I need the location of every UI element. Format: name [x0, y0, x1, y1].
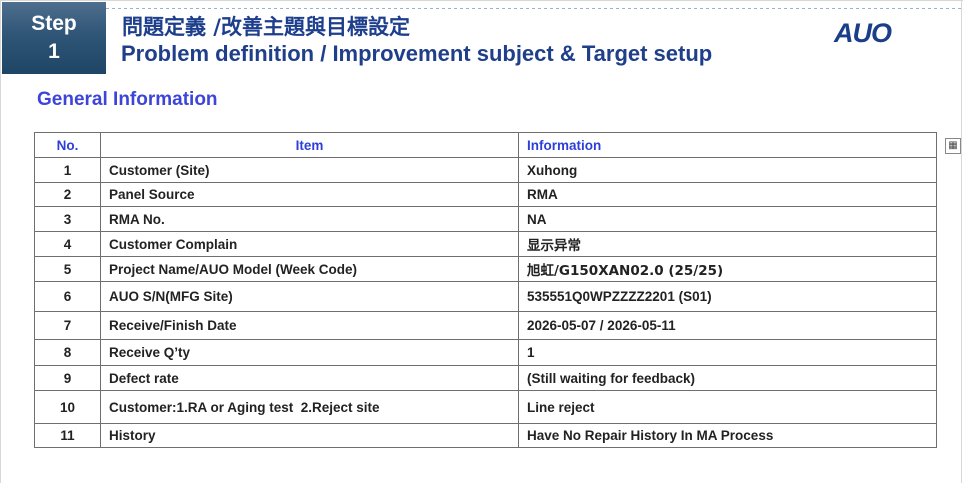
slide-border-top: [0, 0, 963, 1]
page-title-english: Problem definition / Improvement subject…: [121, 41, 713, 66]
table-header-row: No. Item Information: [34, 132, 937, 158]
table-row: 7 Receive/Finish Date 2026-05-07 / 2026-…: [34, 311, 937, 340]
table-row: 10 Customer:1.RA or Aging test 2.Reject …: [34, 390, 937, 424]
row-number: 9: [34, 365, 101, 391]
row-item: Project Name/AUO Model (Week Code): [100, 256, 519, 282]
row-number: 2: [34, 182, 101, 207]
table-row: 8 Receive Q’ty 1: [34, 339, 937, 366]
table-row: 3 RMA No. NA: [34, 206, 937, 232]
row-item: AUO S/N(MFG Site): [100, 281, 519, 312]
row-information: 旭虹/G150XAN02.0 (25/25): [518, 256, 937, 282]
slide-border-right: [961, 0, 962, 483]
table-row: 1 Customer (Site) Xuhong: [34, 157, 937, 183]
header-divider: [106, 8, 962, 9]
table-grid-icon[interactable]: ▦: [945, 138, 961, 154]
section-title: General Information: [37, 89, 218, 110]
general-information-table: No. Item Information 1 Customer (Site) X…: [34, 132, 937, 448]
row-information: NA: [518, 206, 937, 232]
row-information: (Still waiting for feedback): [518, 365, 937, 391]
table-row: 6 AUO S/N(MFG Site) 535551Q0WPZZZZ2201 (…: [34, 281, 937, 312]
table-row: 2 Panel Source RMA: [34, 182, 937, 207]
row-number: 6: [34, 281, 101, 312]
row-item: Customer Complain: [100, 231, 519, 257]
row-number: 1: [34, 157, 101, 183]
row-item: History: [100, 423, 519, 448]
row-number: 10: [34, 390, 101, 424]
row-number: 11: [34, 423, 101, 448]
step-badge: Step 1: [2, 2, 106, 74]
row-information: Xuhong: [518, 157, 937, 183]
row-information: 显示异常: [518, 231, 937, 257]
table-row: 9 Defect rate (Still waiting for feedbac…: [34, 365, 937, 391]
table-row: 11 History Have No Repair History In MA …: [34, 423, 937, 448]
row-number: 5: [34, 256, 101, 282]
auo-logo: AUO: [834, 18, 892, 48]
slide-border-left: [0, 0, 1, 483]
row-item: Receive/Finish Date: [100, 311, 519, 340]
row-item: Defect rate: [100, 365, 519, 391]
column-header-no: No.: [34, 132, 101, 158]
table-row: 5 Project Name/AUO Model (Week Code) 旭虹/…: [34, 256, 937, 282]
row-number: 7: [34, 311, 101, 340]
row-information: 2026-05-07 / 2026-05-11: [518, 311, 937, 340]
row-number: 4: [34, 231, 101, 257]
row-item: RMA No.: [100, 206, 519, 232]
row-information: Line reject: [518, 390, 937, 424]
row-item: Receive Q’ty: [100, 339, 519, 366]
row-information: 535551Q0WPZZZZ2201 (S01): [518, 281, 937, 312]
row-item: Customer (Site): [100, 157, 519, 183]
row-information: RMA: [518, 182, 937, 207]
step-number: 1: [48, 40, 60, 63]
row-number: 8: [34, 339, 101, 366]
column-header-information: Information: [518, 132, 937, 158]
column-header-item: Item: [100, 132, 519, 158]
row-item: Panel Source: [100, 182, 519, 207]
table-row: 4 Customer Complain 显示异常: [34, 231, 937, 257]
page-title-chinese: 問題定義 /改善主題與目標設定: [122, 15, 410, 39]
step-label: Step: [31, 12, 77, 35]
row-information: 1: [518, 339, 937, 366]
row-information: Have No Repair History In MA Process: [518, 423, 937, 448]
row-number: 3: [34, 206, 101, 232]
row-item: Customer:1.RA or Aging test 2.Reject sit…: [100, 390, 519, 424]
